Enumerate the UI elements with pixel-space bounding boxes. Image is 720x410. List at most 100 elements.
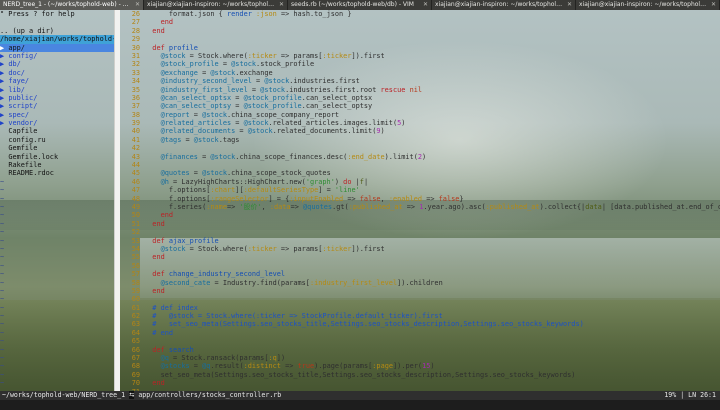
close-icon[interactable]: ✕ bbox=[711, 0, 716, 10]
line-number: 70 bbox=[131, 379, 140, 388]
nerdtree-item[interactable]: ▶ lib/ bbox=[0, 86, 114, 94]
nerdtree-item[interactable]: Capfile bbox=[0, 127, 114, 135]
nerdtree-item[interactable]: ▶ config/ bbox=[0, 52, 114, 60]
code-token: = Stock.where( bbox=[185, 244, 248, 253]
tab-1[interactable]: NERD_tree_1 - (~/works/tophold-web) - VI… bbox=[0, 0, 144, 10]
nerdtree-item[interactable]: Gemfile bbox=[0, 144, 114, 152]
nerdtree-item[interactable]: ▶ app/ bbox=[0, 43, 114, 52]
code-line[interactable]: 55 end bbox=[120, 253, 720, 261]
code-line[interactable]: 58 @second_cate = Industry.find(params[:… bbox=[120, 279, 720, 287]
code-line[interactable]: 32 @stock_profile = @stock.stock_profile bbox=[120, 60, 720, 68]
code-line[interactable]: 64 # end bbox=[120, 329, 720, 337]
code-line[interactable]: 52 bbox=[120, 228, 720, 236]
close-icon[interactable]: ✕ bbox=[135, 0, 140, 10]
nerdtree-item[interactable]: config.ru bbox=[0, 136, 114, 144]
code-line[interactable]: 57 def change_industry_second_level bbox=[120, 270, 720, 278]
code-line[interactable]: 37 @can_select_optsy = @stock_profile.ca… bbox=[120, 102, 720, 110]
code-line[interactable]: 30 def profile bbox=[120, 44, 720, 52]
tab-3[interactable]: seeds.rb (~/works/tophold-web/db) - VIM ✕ bbox=[288, 0, 432, 10]
code-token: .stock_profile bbox=[256, 60, 315, 69]
code-line[interactable]: 45 @quotes = @stock.china_scope_stock_qu… bbox=[120, 169, 720, 177]
code-line[interactable]: 41 @tags = @stock.tags bbox=[120, 136, 720, 144]
nerdtree-item[interactable]: ▶ script/ bbox=[0, 102, 114, 110]
nerdtree-root-path[interactable]: /home/xiajian/works/tophold-web/ bbox=[0, 35, 114, 44]
code-line[interactable]: 44 bbox=[120, 161, 720, 169]
tilde-filler: ~ bbox=[0, 362, 5, 371]
code-line[interactable]: 39 @related_articles = @stock.related_ar… bbox=[120, 119, 720, 127]
tilde-filler: ~ bbox=[0, 278, 5, 287]
line-number: 48 bbox=[131, 194, 140, 203]
code-token: = bbox=[197, 152, 211, 161]
code-line[interactable]: 31 @stock = Stock.where(:ticker => param… bbox=[120, 52, 720, 60]
tab-5[interactable]: xiajian@xiajian-inspiron: ~/works/tophol… bbox=[576, 0, 720, 10]
code-token: = bbox=[231, 119, 244, 128]
command-line[interactable] bbox=[0, 400, 720, 410]
code-line[interactable]: 53 def ajax_profile bbox=[120, 237, 720, 245]
code-line[interactable]: 35 @industry_first_level = @stock.indust… bbox=[120, 86, 720, 94]
tilde-filler: ~ bbox=[0, 328, 5, 337]
nerdtree-item[interactable]: Gemfile.lock bbox=[0, 153, 114, 161]
tilde-filler: ~ bbox=[0, 270, 5, 279]
code-line[interactable]: 56 bbox=[120, 262, 720, 270]
code-line[interactable]: 26 format.json { render :json => hash.to… bbox=[120, 10, 720, 18]
tilde-filler: ~ bbox=[0, 236, 5, 245]
code-line[interactable]: 50 end bbox=[120, 211, 720, 219]
code-line[interactable]: 54 @stock = Stock.where(:ticker => param… bbox=[120, 245, 720, 253]
code-line[interactable]: 61 # def index bbox=[120, 304, 720, 312]
nerdtree-item[interactable]: ▶ faye/ bbox=[0, 77, 114, 85]
tilde-filler: ~ bbox=[0, 295, 5, 304]
code-line[interactable]: 28 end bbox=[120, 27, 720, 35]
code-editor[interactable]: 26 format.json { render :json => hash.to… bbox=[120, 10, 720, 391]
code-line[interactable]: 36 @can_select_optsx = @stock_profile.ca… bbox=[120, 94, 720, 102]
line-number: 65 bbox=[131, 337, 140, 346]
code-line[interactable]: 60 bbox=[120, 295, 720, 303]
code-line[interactable]: 34 @industry_second_level = @stock.indus… bbox=[120, 77, 720, 85]
code-line[interactable]: 27 end bbox=[120, 18, 720, 26]
close-icon[interactable]: ✕ bbox=[567, 0, 572, 10]
code-line[interactable]: 66 def search bbox=[120, 346, 720, 354]
nerdtree-item[interactable]: Rakefile bbox=[0, 161, 114, 169]
code-line[interactable]: 59 end bbox=[120, 287, 720, 295]
code-line[interactable]: 67 @q = Stock.ransack(params[:q]) bbox=[120, 354, 720, 362]
code-line[interactable]: 40 @related_documents = @stock.related_d… bbox=[120, 127, 720, 135]
tab-2[interactable]: xiajian@xiajian-inspiron: ~/works/tophol… bbox=[144, 0, 288, 10]
line-number: 69 bbox=[131, 370, 140, 379]
code-line[interactable]: 65 bbox=[120, 337, 720, 345]
nerdtree-blank-line bbox=[0, 18, 114, 26]
code-token: @stock bbox=[231, 60, 257, 69]
code-token: end bbox=[144, 26, 165, 35]
line-number: 49 bbox=[131, 202, 140, 211]
close-icon[interactable]: ✕ bbox=[279, 0, 284, 10]
code-token: = bbox=[231, 93, 244, 102]
code-token: @quotes bbox=[303, 202, 333, 211]
close-icon[interactable]: ✕ bbox=[423, 0, 428, 10]
code-line[interactable]: 48 f.options[:rangeSelector] = {:inputEn… bbox=[120, 195, 720, 203]
code-line[interactable]: 68 @stocks = @q.result(:distinct => true… bbox=[120, 362, 720, 370]
nerdtree-item[interactable]: ▶ public/ bbox=[0, 94, 114, 102]
code-line[interactable]: 62 # @stock = Stock.where(:ticker => Sto… bbox=[120, 312, 720, 320]
tab-4[interactable]: xiajian@xiajian-inspiron: ~/works/tophol… bbox=[432, 0, 576, 10]
code-line[interactable]: 33 @exchange = @stock.exchange bbox=[120, 69, 720, 77]
code-line[interactable]: 43 @finances = @stock.china_scope_financ… bbox=[120, 153, 720, 161]
code-token: @industry_second_level bbox=[144, 77, 252, 86]
nerdtree-up-dir[interactable]: .. (up a dir) bbox=[0, 27, 114, 35]
nerdtree-item[interactable]: ▶ db/ bbox=[0, 60, 114, 68]
code-line[interactable]: 46 @h = LazyHighCharts::HighChart.new('g… bbox=[120, 178, 720, 186]
nerdtree-item[interactable]: ▶ vendor/ bbox=[0, 119, 114, 127]
file-name: Gemfile bbox=[8, 144, 38, 153]
code-line[interactable]: 49 f.series(:name=> '股价', :data=> @quote… bbox=[120, 203, 720, 211]
code-line[interactable]: 42 bbox=[120, 144, 720, 152]
nerdtree-item[interactable]: ▶ doc/ bbox=[0, 69, 114, 77]
nerdtree-item[interactable]: ▶ spec/ bbox=[0, 111, 114, 119]
code-token: :name bbox=[206, 202, 227, 211]
code-line[interactable]: 70 end bbox=[120, 379, 720, 387]
line-number: 45 bbox=[131, 169, 140, 178]
code-line[interactable]: 69 set_seo_meta(Settings.seo_stocks_titl… bbox=[120, 371, 720, 379]
code-line[interactable]: 63 # set_seo_meta(Settings.seo_stocks_ti… bbox=[120, 320, 720, 328]
code-line[interactable]: 51 end bbox=[120, 220, 720, 228]
code-token: :json bbox=[256, 10, 277, 18]
code-line[interactable]: 38 @report = @stock.china_scope_company_… bbox=[120, 111, 720, 119]
nerdtree-item[interactable]: README.rdoc bbox=[0, 169, 114, 177]
code-line[interactable]: 29 bbox=[120, 35, 720, 43]
code-line[interactable]: 47 f.options[:chart][:defaultSeriesType]… bbox=[120, 186, 720, 194]
